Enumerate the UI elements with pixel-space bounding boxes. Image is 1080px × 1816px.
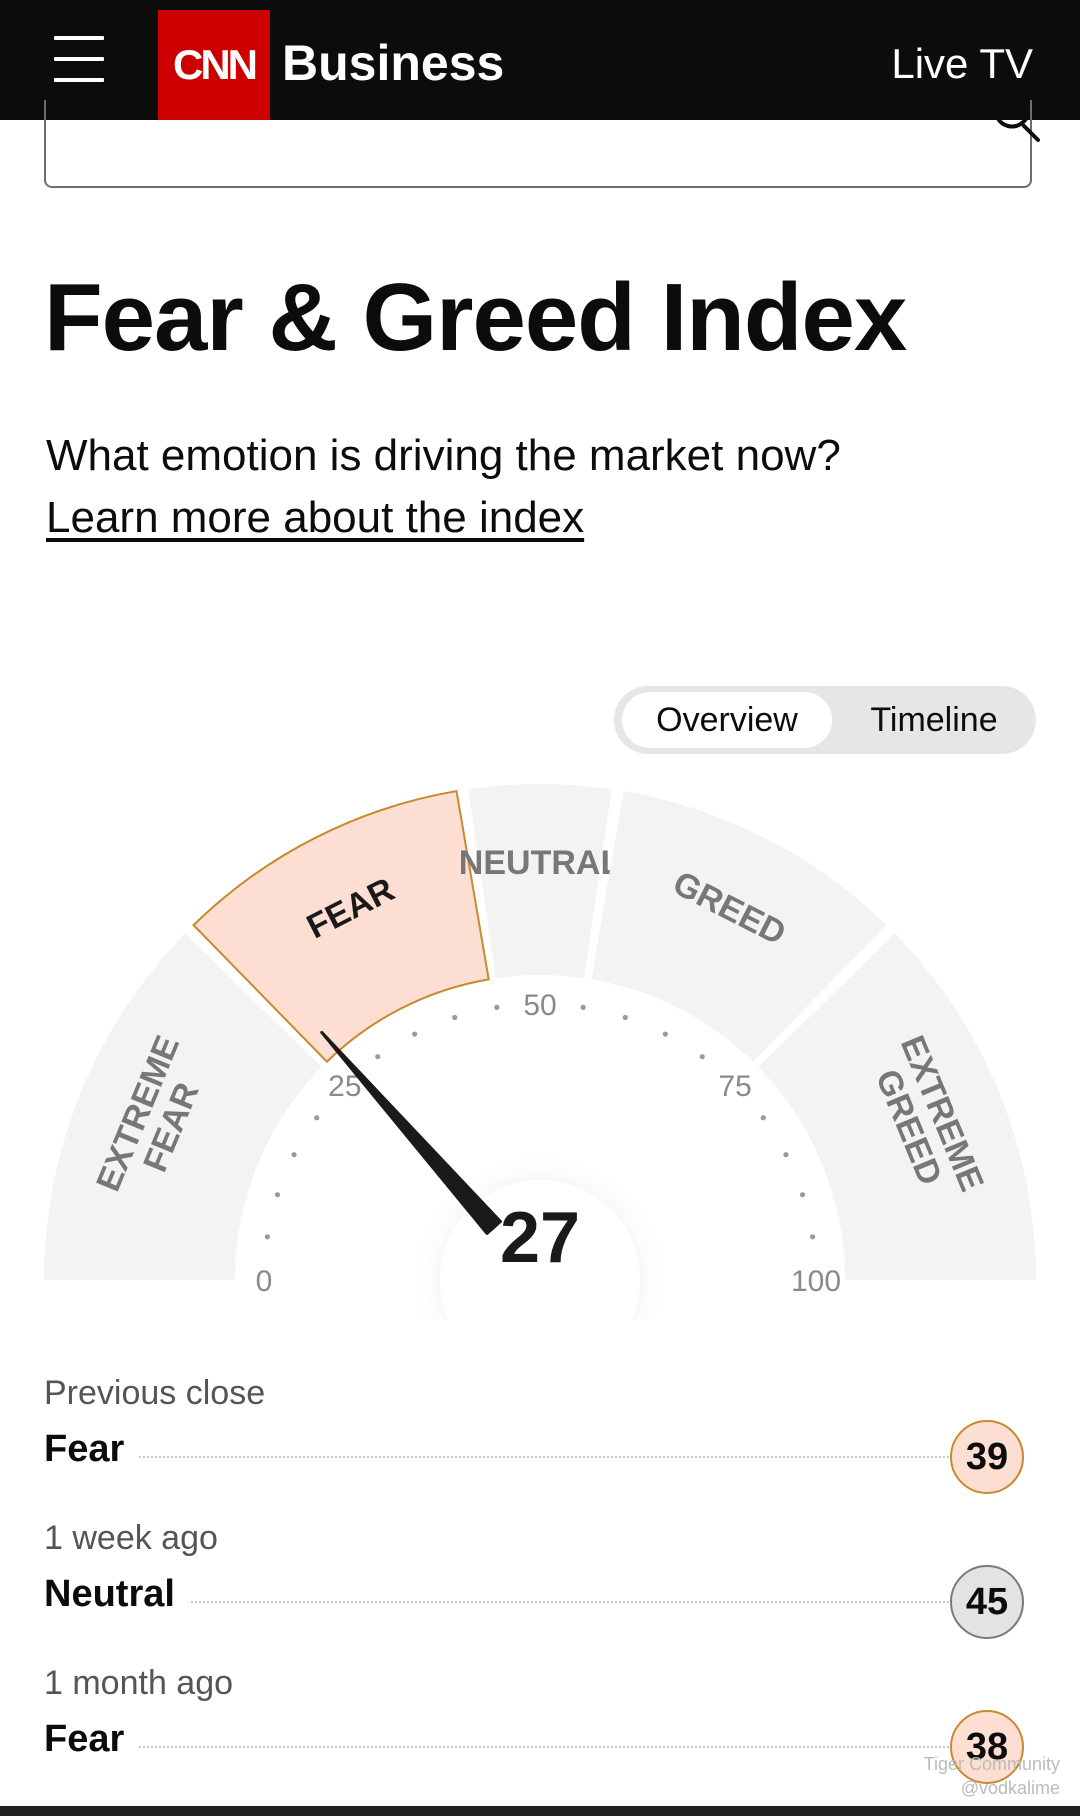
gauge-tick-dot xyxy=(662,1031,668,1037)
menu-icon[interactable] xyxy=(54,36,104,82)
history-score-badge: 45 xyxy=(950,1565,1024,1639)
search-icon[interactable] xyxy=(988,106,1040,152)
watermark: Tiger Community @vodkalime xyxy=(924,1752,1060,1800)
page-title: Fear & Greed Index xyxy=(44,264,907,371)
history-label: 1 week ago xyxy=(44,1519,218,1557)
gauge-tick-dot xyxy=(375,1054,381,1060)
gauge-tick-dot xyxy=(580,1004,586,1010)
logo-text: CNN xyxy=(173,41,258,88)
gauge-tick-dot xyxy=(412,1031,418,1037)
timeline-tab[interactable]: Timeline xyxy=(836,692,1032,748)
bottom-bar xyxy=(0,1806,1080,1816)
gauge-tick-label: 0 xyxy=(256,1265,273,1298)
gauge-tick-dot xyxy=(810,1234,816,1240)
gauge-tick-dot xyxy=(622,1014,628,1021)
gauge-tick-dot xyxy=(274,1192,281,1198)
dotted-leader xyxy=(44,1456,956,1458)
gauge-tick-dot xyxy=(699,1054,705,1060)
history-item: 1 week ago Neutral 45 xyxy=(44,1517,1036,1639)
gauge-tick-dot xyxy=(452,1014,458,1021)
history-label: 1 month ago xyxy=(44,1664,234,1702)
history-row: Fear 39 xyxy=(44,1420,1036,1494)
history-row: Fear 38 xyxy=(44,1710,1036,1784)
search-input[interactable] xyxy=(44,100,1032,188)
overview-tab[interactable]: Overview xyxy=(622,692,832,748)
view-toggle: Overview Timeline xyxy=(614,686,1036,754)
gauge-value: 27 xyxy=(500,1198,580,1278)
gauge-tick-label: 100 xyxy=(791,1265,841,1298)
gauge-tick-dot xyxy=(291,1152,297,1158)
history-item: 1 month ago Fear 38 xyxy=(44,1662,1036,1784)
history-score-badge: 39 xyxy=(950,1420,1024,1494)
live-tv-link[interactable]: Live TV xyxy=(891,38,1033,90)
watermark-line1: Tiger Community xyxy=(923,1754,1060,1774)
gauge-tick-dot xyxy=(264,1234,270,1240)
gauge-needle xyxy=(320,1030,502,1235)
gauge-tick-dot xyxy=(760,1115,766,1121)
gauge-segment-label-line: NEUTRAL xyxy=(459,844,621,882)
section-name[interactable]: Business xyxy=(282,33,504,93)
learn-more-link[interactable]: Learn more about the index xyxy=(46,490,584,546)
history-status: Fear xyxy=(44,1424,139,1474)
dotted-leader xyxy=(44,1746,956,1748)
gauge-tick-label: 75 xyxy=(718,1070,751,1103)
watermark-line2: @vodkalime xyxy=(960,1778,1060,1798)
page-subtitle: What emotion is driving the market now? xyxy=(46,431,841,480)
fear-greed-gauge: EXTREMEFEARFEARNEUTRALGREEDEXTREMEGREED … xyxy=(44,784,1036,1320)
history-item: Previous close Fear 39 xyxy=(44,1372,1036,1494)
history-status: Neutral xyxy=(44,1569,189,1619)
gauge-tick-dot xyxy=(314,1115,320,1121)
history-row: Neutral 45 xyxy=(44,1565,1036,1639)
gauge-tick-dot xyxy=(494,1004,500,1010)
gauge-tick-dot xyxy=(799,1192,806,1198)
gauge-tick-label: 50 xyxy=(523,989,556,1022)
gauge-segment-label: NEUTRAL xyxy=(459,844,621,882)
history-status: Fear xyxy=(44,1714,139,1764)
history-label: Previous close xyxy=(44,1374,266,1412)
gauge-tick-dot xyxy=(783,1152,789,1158)
